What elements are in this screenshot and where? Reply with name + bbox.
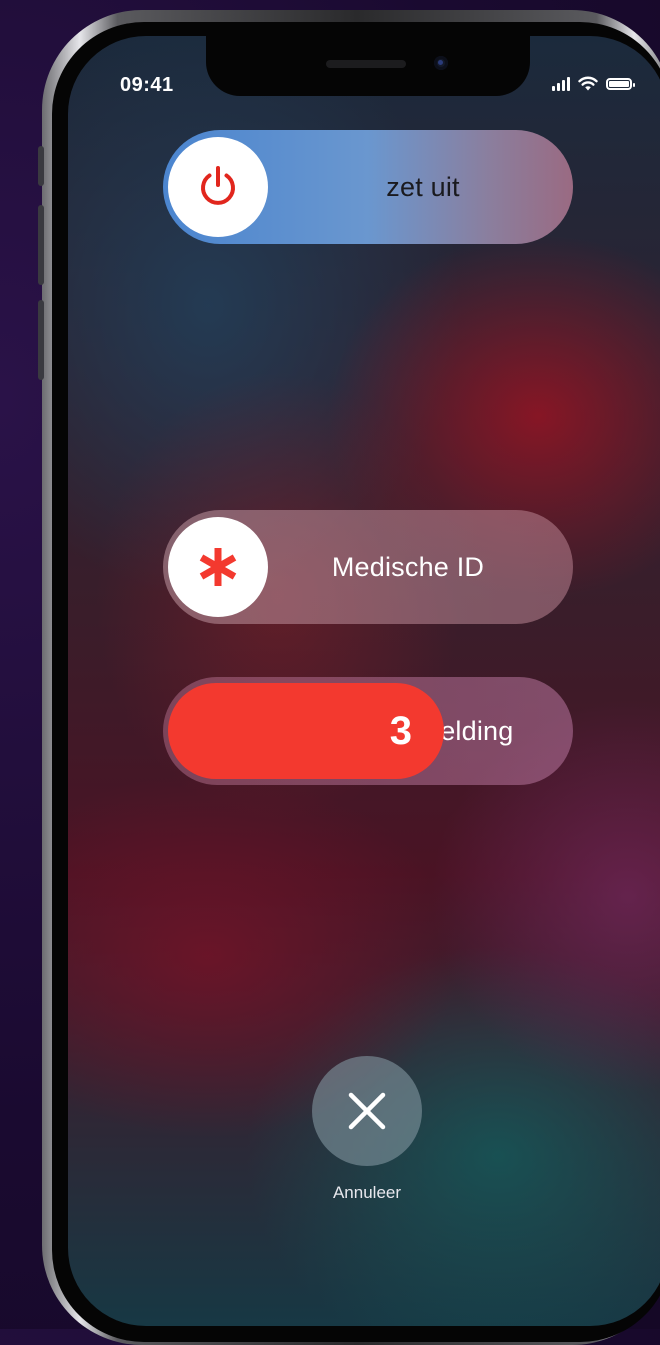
close-icon	[348, 1092, 386, 1130]
medical-id-slider[interactable]: Medische ID	[163, 510, 573, 624]
power-off-thumb[interactable]	[168, 137, 268, 237]
battery-icon	[606, 77, 635, 90]
asterisk-icon	[199, 548, 237, 586]
side-button-volume-up	[38, 205, 44, 285]
phone-screen: 09:41 zet uit Medische ID nelding 3 Annu…	[68, 36, 660, 1326]
emergency-sos-slider[interactable]: nelding 3	[163, 677, 573, 785]
wifi-icon	[578, 76, 598, 91]
medical-id-thumb[interactable]	[168, 517, 268, 617]
cancel-label: Annuleer	[332, 1183, 402, 1202]
earpiece-speaker	[326, 60, 406, 68]
medical-id-label: Medische ID	[331, 551, 485, 582]
status-icons	[552, 76, 635, 91]
front-camera	[434, 56, 448, 70]
status-time: 09:41	[120, 74, 174, 96]
power-icon	[201, 166, 235, 205]
side-button-volume-down	[38, 300, 44, 380]
cellular-signal-icon	[552, 76, 570, 91]
cancel-button[interactable]	[312, 1056, 422, 1166]
power-off-label: zet uit	[386, 171, 460, 202]
power-off-slider[interactable]: zet uit	[163, 130, 573, 244]
side-button-silent	[38, 146, 44, 186]
notch	[206, 36, 530, 96]
countdown-number: 3	[389, 708, 412, 753]
emergency-sos-countdown-fill[interactable]: 3	[168, 683, 444, 779]
